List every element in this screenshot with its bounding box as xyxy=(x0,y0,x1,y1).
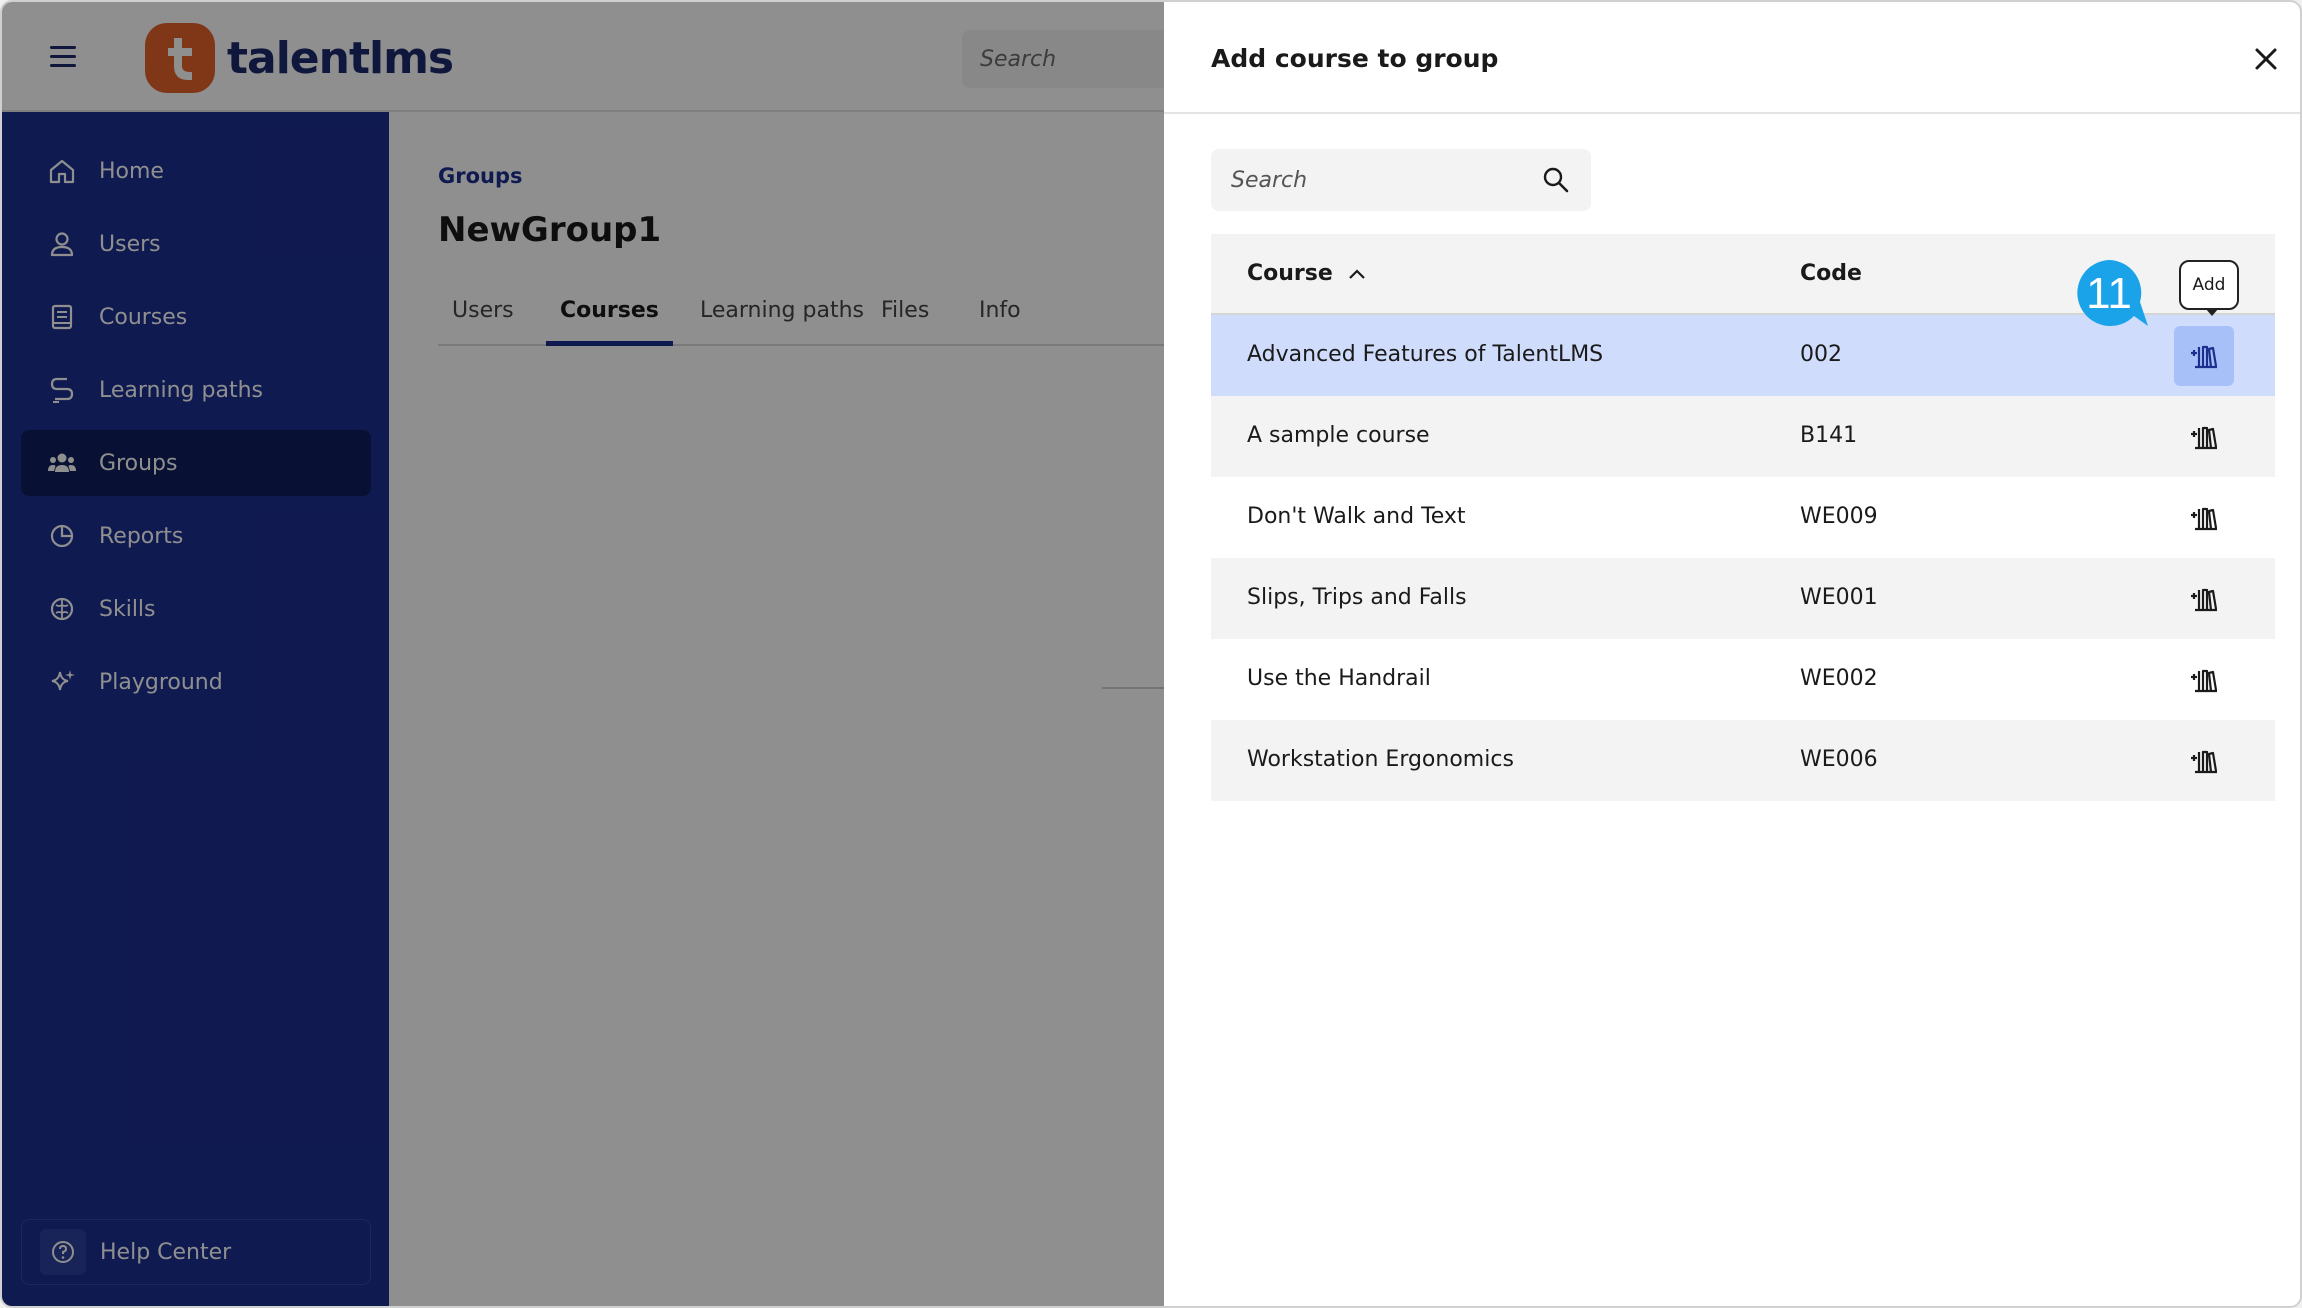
add-course-button[interactable] xyxy=(2174,326,2234,386)
course-name: Advanced Features of TalentLMS xyxy=(1247,342,1604,367)
course-code: WE009 xyxy=(1800,504,1878,529)
course-name: Workstation Ergonomics xyxy=(1247,747,1514,772)
column-header-code[interactable]: Code xyxy=(1800,261,1862,286)
add-course-icon xyxy=(2191,588,2218,612)
add-course-drawer: Add course to group Course Code Advanced… xyxy=(1164,2,2300,1306)
table-row[interactable]: A sample course B141 xyxy=(1211,396,2275,477)
course-search-field[interactable] xyxy=(1211,149,1591,211)
column-header-course-label: Course xyxy=(1247,261,1333,286)
add-course-icon xyxy=(2191,750,2218,774)
table-row[interactable]: Don't Walk and Text WE009 xyxy=(1211,477,2275,558)
table-row[interactable]: Use the Handrail WE002 xyxy=(1211,639,2275,720)
add-course-icon xyxy=(2191,426,2218,450)
course-code: B141 xyxy=(1800,423,1858,448)
add-course-button[interactable] xyxy=(2174,731,2234,791)
course-code: WE001 xyxy=(1800,585,1878,610)
close-icon xyxy=(2255,48,2277,70)
close-button[interactable] xyxy=(2249,42,2283,76)
add-course-button[interactable] xyxy=(2174,569,2234,629)
drawer-title: Add course to group xyxy=(1211,44,1499,73)
add-tooltip: Add xyxy=(2179,260,2239,316)
modal-backdrop[interactable] xyxy=(2,2,1164,1306)
course-code: WE002 xyxy=(1800,666,1878,691)
add-course-icon xyxy=(2191,507,2218,531)
add-course-icon xyxy=(2191,669,2218,693)
add-course-icon xyxy=(2191,345,2218,369)
table-row[interactable]: Workstation Ergonomics WE006 xyxy=(1211,720,2275,801)
course-name: Don't Walk and Text xyxy=(1247,504,1466,529)
course-name: Slips, Trips and Falls xyxy=(1247,585,1467,610)
table-row[interactable]: Slips, Trips and Falls WE001 xyxy=(1211,558,2275,639)
sort-ascending-icon xyxy=(1349,268,1365,279)
add-course-button[interactable] xyxy=(2174,650,2234,710)
step-number: 11 xyxy=(2086,269,2132,318)
course-code: WE006 xyxy=(1800,747,1878,772)
app-window: talentlms Search Home Users Courses Lear… xyxy=(0,0,2302,1308)
course-search-input[interactable] xyxy=(1231,167,1531,193)
add-course-button[interactable] xyxy=(2174,407,2234,467)
course-name: Use the Handrail xyxy=(1247,666,1431,691)
add-course-button[interactable] xyxy=(2174,488,2234,548)
drawer-header: Add course to group xyxy=(1164,2,2300,114)
search-icon[interactable] xyxy=(1541,165,1571,195)
course-name: A sample course xyxy=(1247,423,1430,448)
course-code: 002 xyxy=(1800,342,1842,367)
column-header-course[interactable]: Course xyxy=(1247,261,1367,286)
